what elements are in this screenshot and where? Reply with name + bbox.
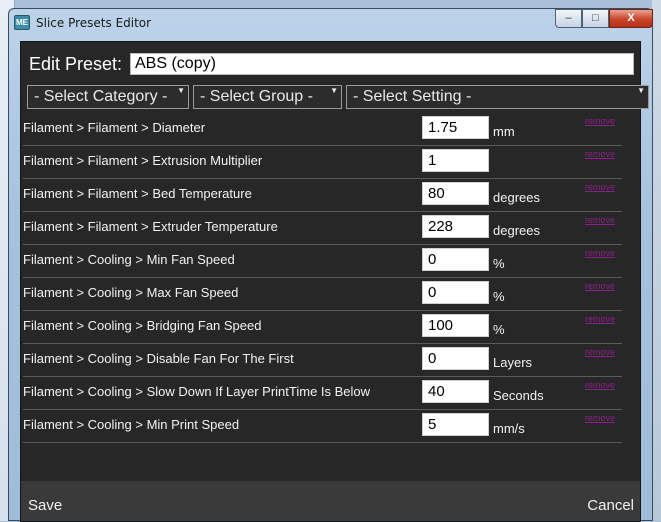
- remove-setting-link[interactable]: remove: [585, 380, 615, 390]
- remove-setting-link[interactable]: remove: [585, 281, 615, 291]
- setting-select[interactable]: - Select Setting - ▼: [346, 85, 649, 109]
- remove-setting-link[interactable]: remove: [585, 347, 615, 357]
- chevron-down-icon: ▼: [177, 86, 185, 95]
- remove-setting-link[interactable]: remove: [585, 314, 615, 324]
- setting-row: Filament > Filament > Diameter 1.75 mm r…: [23, 112, 622, 146]
- setting-row: Filament > Cooling > Min Print Speed 5 m…: [23, 409, 622, 443]
- maximize-button[interactable]: □: [582, 9, 609, 28]
- setting-unit: %: [493, 289, 505, 304]
- setting-unit: Layers: [493, 355, 533, 370]
- remove-setting-link[interactable]: remove: [585, 215, 615, 225]
- group-select-label: - Select Group -: [200, 88, 313, 105]
- setting-name: Filament > Filament > Extruder Temperatu…: [23, 219, 278, 234]
- setting-row: Filament > Filament > Extruder Temperatu…: [23, 211, 622, 245]
- preset-name-input[interactable]: [130, 53, 634, 75]
- setting-row: Filament > Cooling > Bridging Fan Speed …: [23, 310, 622, 344]
- save-button[interactable]: Save: [28, 497, 62, 514]
- setting-value-input[interactable]: 0: [422, 248, 489, 271]
- setting-name: Filament > Cooling > Min Print Speed: [23, 417, 240, 432]
- setting-value-input[interactable]: 80: [422, 182, 489, 205]
- setting-name: Filament > Cooling > Slow Down If Layer …: [23, 384, 371, 399]
- setting-name: Filament > Cooling > Max Fan Speed: [23, 285, 239, 300]
- app-icon: ME: [14, 15, 30, 30]
- remove-setting-link[interactable]: remove: [585, 248, 615, 258]
- footer-bar: Save Cancel: [21, 481, 640, 521]
- setting-value-input[interactable]: 0: [422, 281, 489, 304]
- setting-name: Filament > Filament > Diameter: [23, 120, 206, 135]
- group-select[interactable]: - Select Group - ▼: [193, 85, 342, 109]
- setting-name: Filament > Filament > Bed Temperature: [23, 186, 252, 201]
- title-bar[interactable]: ME Slice Presets Editor – □ X: [9, 9, 653, 37]
- setting-row: Filament > Filament > Bed Temperature 80…: [23, 178, 622, 212]
- slice-presets-editor-window: ME Slice Presets Editor – □ X Edit Prese…: [8, 8, 653, 522]
- setting-value-input[interactable]: 1.75: [422, 116, 489, 139]
- remove-setting-link[interactable]: remove: [585, 116, 615, 126]
- category-select-label: - Select Category -: [34, 88, 168, 105]
- setting-name: Filament > Cooling > Disable Fan For The…: [23, 351, 294, 366]
- setting-value-input[interactable]: 40: [422, 380, 489, 403]
- setting-row: Filament > Cooling > Slow Down If Layer …: [23, 376, 622, 410]
- setting-name: Filament > Cooling > Min Fan Speed: [23, 252, 235, 267]
- setting-unit: mm: [493, 124, 515, 139]
- setting-unit: %: [493, 322, 505, 337]
- edit-preset-label: Edit Preset:: [29, 54, 123, 74]
- setting-value-input[interactable]: 5: [422, 413, 489, 436]
- setting-row: Filament > Cooling > Max Fan Speed 0 % r…: [23, 277, 622, 311]
- setting-row: Filament > Cooling > Disable Fan For The…: [23, 343, 622, 377]
- setting-unit: mm/s: [493, 421, 525, 436]
- category-select[interactable]: - Select Category - ▼: [27, 85, 189, 109]
- setting-select-label: - Select Setting -: [353, 88, 472, 105]
- edit-preset-row: Edit Preset:: [29, 52, 639, 78]
- setting-filters: - Select Category - ▼ - Select Group - ▼…: [27, 85, 651, 109]
- setting-name: Filament > Cooling > Bridging Fan Speed: [23, 318, 262, 333]
- setting-value-input[interactable]: 1: [422, 149, 489, 172]
- window-title: Slice Presets Editor: [36, 16, 152, 30]
- remove-setting-link[interactable]: remove: [585, 149, 615, 159]
- setting-unit: degrees: [493, 223, 540, 238]
- setting-value-input[interactable]: 0: [422, 347, 489, 370]
- setting-row: Filament > Cooling > Min Fan Speed 0 % r…: [23, 244, 622, 278]
- window-controls: – □ X: [555, 9, 653, 28]
- remove-setting-link[interactable]: remove: [585, 182, 615, 192]
- chevron-down-icon: ▼: [637, 86, 645, 95]
- editor-panel: Edit Preset: - Select Category - ▼ - Sel…: [20, 41, 649, 522]
- setting-unit: %: [493, 256, 505, 271]
- cancel-button[interactable]: Cancel: [587, 497, 634, 514]
- chevron-down-icon: ▼: [330, 86, 338, 95]
- remove-setting-link[interactable]: remove: [585, 413, 615, 423]
- setting-unit: degrees: [493, 190, 540, 205]
- minimize-button[interactable]: –: [555, 9, 582, 28]
- background-window-right: [652, 0, 661, 521]
- close-button[interactable]: X: [609, 9, 653, 28]
- setting-row: Filament > Filament > Extrusion Multipli…: [23, 145, 622, 179]
- setting-value-input[interactable]: 228: [422, 215, 489, 238]
- setting-unit: Seconds: [493, 388, 544, 403]
- setting-value-input[interactable]: 100: [422, 314, 489, 337]
- setting-name: Filament > Filament > Extrusion Multipli…: [23, 153, 263, 168]
